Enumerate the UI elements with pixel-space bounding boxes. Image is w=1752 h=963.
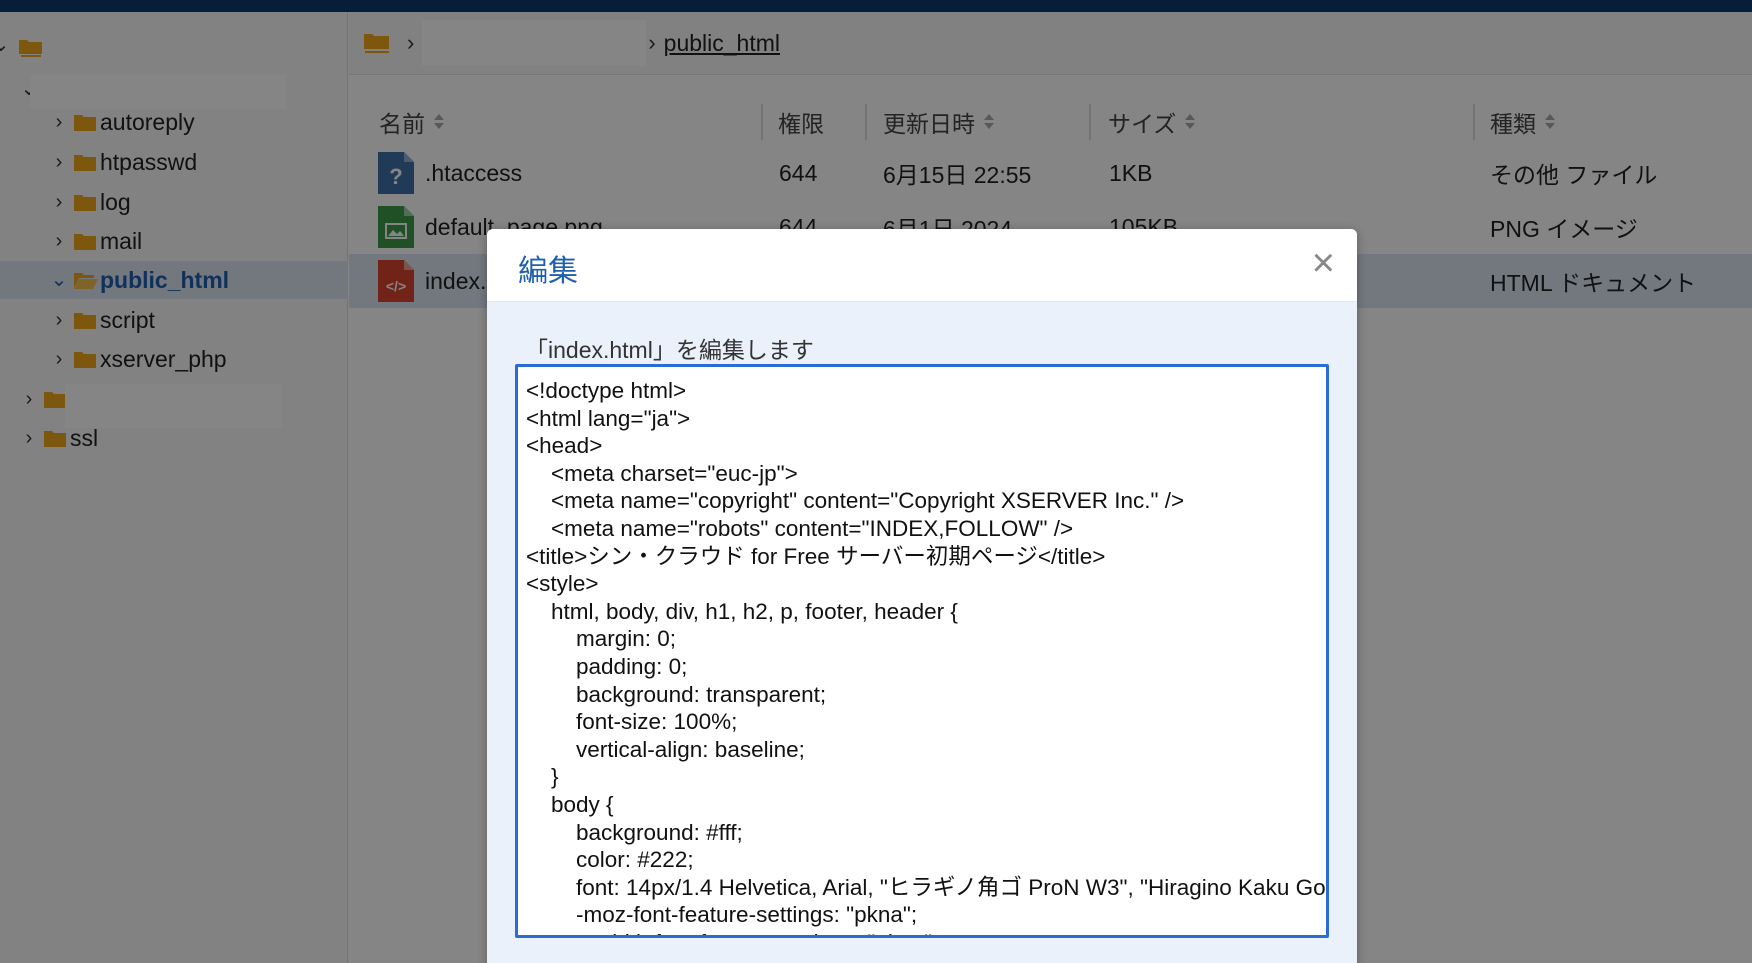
file-content-editor[interactable]: <!doctype html> <html lang="ja"> <head> … [515,364,1329,938]
editor-text[interactable]: <!doctype html> <html lang="ja"> <head> … [526,377,1326,935]
close-icon[interactable]: × [1312,243,1335,283]
dialog-description: 「index.html」を編集します [525,337,814,363]
dialog-title: 編集 [518,255,578,288]
dialog-header: 編集 × [487,229,1357,302]
edit-dialog: 編集 × 「index.html」を編集します <!doctype html> … [487,229,1357,963]
